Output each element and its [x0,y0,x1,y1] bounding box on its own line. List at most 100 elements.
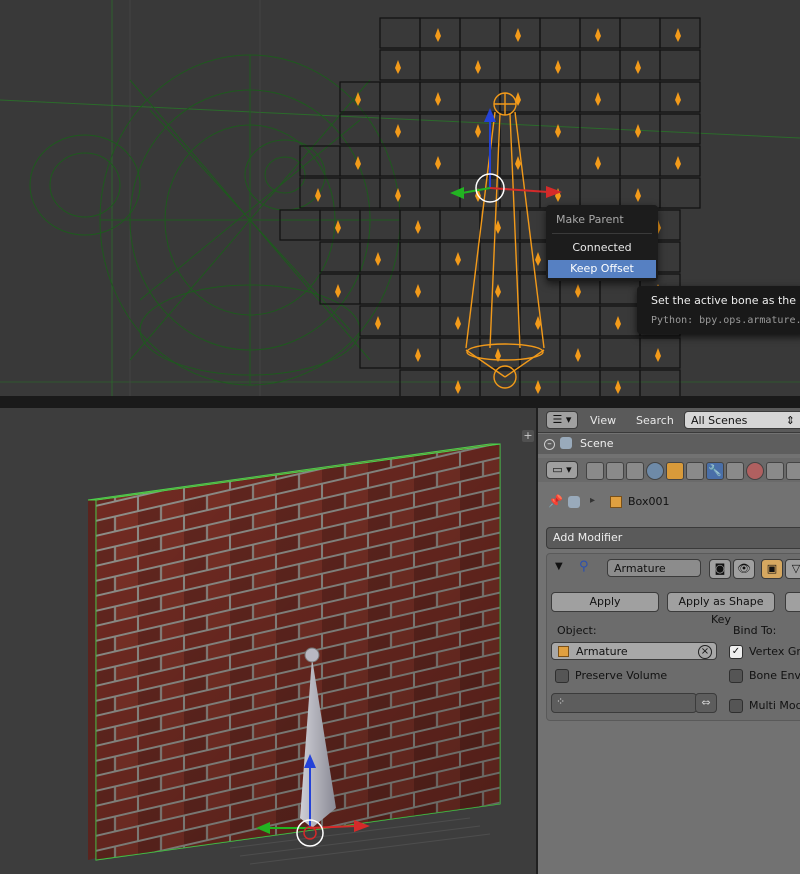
particles-tab-icon[interactable] [786,462,800,480]
armature-modifier-panel: ▼ ⚲ Armature ◙ 👁 ▣ ▽ Apply Apply as Shap… [546,553,800,721]
bone-marker [415,284,421,298]
render-tab-icon[interactable] [586,462,604,480]
editor-type-button[interactable]: ☰ ▾ [546,411,578,429]
constraints-tab-icon[interactable] [686,462,704,480]
select-arrows-icon: ⇕ [785,414,795,427]
multi-modifier-checkbox[interactable] [729,699,743,713]
render-toggle-button[interactable]: ◙ [709,559,731,579]
menu-separator [552,233,652,234]
bone-marker [375,316,381,330]
material-tab-icon[interactable] [746,462,764,480]
bottom-3d-viewport[interactable]: + [0,408,536,874]
collapse-arrow-icon[interactable]: ▼ [555,561,563,572]
scene-tab-icon[interactable] [626,462,644,480]
collapse-icon[interactable]: – [544,439,555,450]
render-layers-tab-icon[interactable] [606,462,624,480]
area-divider[interactable] [0,396,800,408]
bone-marker [395,124,401,138]
modifier-name-field[interactable]: Armature [607,559,701,577]
multi-modifier-label: Multi Mod [749,699,800,712]
view-menu[interactable]: View [590,414,616,427]
properties-editor: ☰ ▾ View Search All Scenes ⇕ – Scene ▭ ▾… [538,408,800,874]
bone-marker [635,188,641,202]
wireframe-scene[interactable] [0,0,800,396]
modifier-name: Armature [614,562,666,575]
object-field[interactable]: Armature × [551,642,717,660]
search-menu[interactable]: Search [636,414,674,427]
breadcrumb-arrow-icon: ▸ [590,495,596,506]
apply-button[interactable]: Apply [551,592,659,612]
bind-to-label: Bind To: [733,624,777,637]
scene-icon [560,437,572,449]
data-tab-icon[interactable] [726,462,744,480]
bone-marker [335,284,341,298]
plus-icon[interactable]: + [522,430,534,442]
apply-shape-key-button[interactable]: Apply as Shape Key [667,592,775,626]
bone-envelopes-checkbox[interactable] [729,669,743,683]
bone-marker [555,60,561,74]
bone-envelopes-label: Bone Enve [749,669,800,682]
bone-marker [595,156,601,170]
bone-marker [455,316,461,330]
add-modifier-button[interactable]: Add Modifier [546,527,800,549]
bone-marker [675,156,681,170]
world-tab-icon[interactable] [646,462,664,480]
object-icon [610,496,622,508]
bone-marker [435,156,441,170]
menu-item-connected[interactable]: Connected [550,240,654,256]
tooltip: Set the active bone as the par Python: b… [637,286,800,334]
menu-item-keep-offset[interactable]: Keep Offset [548,260,656,278]
scenes-select-value: All Scenes [691,414,748,427]
scene-link-icon [568,496,580,508]
pin-icon[interactable]: 📌 [548,494,563,508]
bone-marker [495,284,501,298]
vertex-groups-checkbox[interactable]: ✓ [729,645,743,659]
object-label: Object: [557,624,597,637]
bone-marker [395,188,401,202]
breadcrumb-object: Box001 [628,495,670,508]
bone-marker [435,28,441,42]
preserve-volume-label: Preserve Volume [575,669,668,682]
bone-marker [475,60,481,74]
bone-marker [575,284,581,298]
editmode-toggle-button[interactable]: ▣ [761,559,783,579]
apply-label: Apply [589,595,621,608]
scene-label[interactable]: Scene [580,437,614,450]
viewport-toggle-button[interactable]: 👁 [733,559,755,579]
bone-marker [675,92,681,106]
vertex-groups-label: Vertex Gr [749,645,800,658]
bone-marker [595,92,601,106]
bone-marker [635,124,641,138]
scenes-select[interactable]: All Scenes ⇕ [684,411,800,429]
top-3d-viewport[interactable]: Make Parent Connected Keep Offset Set th… [0,0,800,396]
clear-field-icon[interactable]: × [698,645,712,659]
object-tab-icon[interactable] [666,462,684,480]
invert-vertex-group-button[interactable]: ⇔ [695,693,717,713]
tooltip-python: Python: bpy.ops.armature. [651,315,800,326]
outliner-scene-row[interactable]: – Scene [538,434,800,454]
bone-marker [675,28,681,42]
texture-tab-icon[interactable] [766,462,784,480]
bone-marker [415,348,421,362]
bone-marker [435,92,441,106]
brick-wall-render[interactable] [0,408,536,874]
breadcrumb: 📌 ▸ Box001 [548,494,788,512]
context-select-button[interactable]: ▭ ▾ [546,461,578,479]
armature-modifier-icon: ⚲ [579,559,589,574]
vertex-group-field[interactable]: ⁘ [551,693,697,713]
tooltip-description: Set the active bone as the par [651,294,800,307]
bone-marker [395,60,401,74]
preserve-volume-checkbox[interactable] [555,669,569,683]
outliner-header: ☰ ▾ View Search All Scenes ⇕ [538,408,800,433]
cage-toggle-button[interactable]: ▽ [785,559,800,579]
menu-title: Make Parent [556,213,624,226]
bone-marker [595,28,601,42]
bone-marker [575,348,581,362]
make-parent-menu: Make Parent Connected Keep Offset [546,205,658,281]
copy-modifier-button[interactable] [785,592,800,612]
bone-marker [355,92,361,106]
apply-shape-key-label: Apply as Shape Key [678,595,764,626]
modifiers-tab-icon[interactable]: 🔧 [706,462,724,480]
add-modifier-label: Add Modifier [553,531,623,544]
bone-marker [615,316,621,330]
